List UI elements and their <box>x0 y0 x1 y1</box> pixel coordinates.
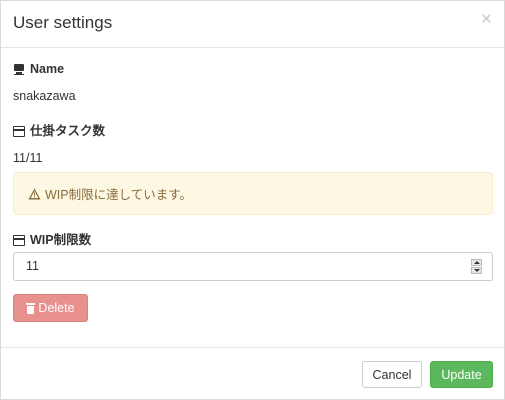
card-icon <box>13 125 25 137</box>
dialog-title: User settings <box>13 13 113 32</box>
wip-limit-label: WIP制限数 <box>13 232 91 248</box>
wip-limit-label-text: WIP制限数 <box>30 233 92 247</box>
dialog-footer: Cancel Update <box>1 347 504 399</box>
dialog-header: User settings × <box>1 1 504 48</box>
task-count-value: 11/11 <box>13 151 43 165</box>
close-button[interactable]: × <box>481 10 492 30</box>
user-settings-dialog: User settings × Name snakazawa 仕掛タスク数 11… <box>0 0 505 400</box>
alert-text: WIP制限に達しています。 <box>45 188 192 202</box>
name-value: snakazawa <box>13 89 76 103</box>
wip-limit-input[interactable]: 11 <box>13 252 493 281</box>
task-count-label-text: 仕掛タスク数 <box>30 124 106 138</box>
name-label-text: Name <box>30 62 65 76</box>
spinner-up-icon[interactable] <box>471 259 482 266</box>
card-icon <box>13 234 25 246</box>
update-button[interactable]: Update <box>430 361 493 388</box>
task-count-label: 仕掛タスク数 <box>13 123 105 139</box>
wip-limit-input-value: 11 <box>26 259 39 273</box>
number-spinner[interactable] <box>471 259 482 274</box>
delete-button[interactable]: Delete <box>13 294 88 322</box>
user-icon <box>13 63 25 75</box>
spinner-down-icon[interactable] <box>471 267 482 274</box>
wip-limit-alert: WIP制限に達しています。 <box>13 172 493 215</box>
trash-icon <box>26 302 36 314</box>
name-label: Name <box>13 61 64 77</box>
warning-icon <box>28 188 41 200</box>
delete-button-label: Delete <box>38 301 75 315</box>
cancel-button[interactable]: Cancel <box>362 361 422 388</box>
